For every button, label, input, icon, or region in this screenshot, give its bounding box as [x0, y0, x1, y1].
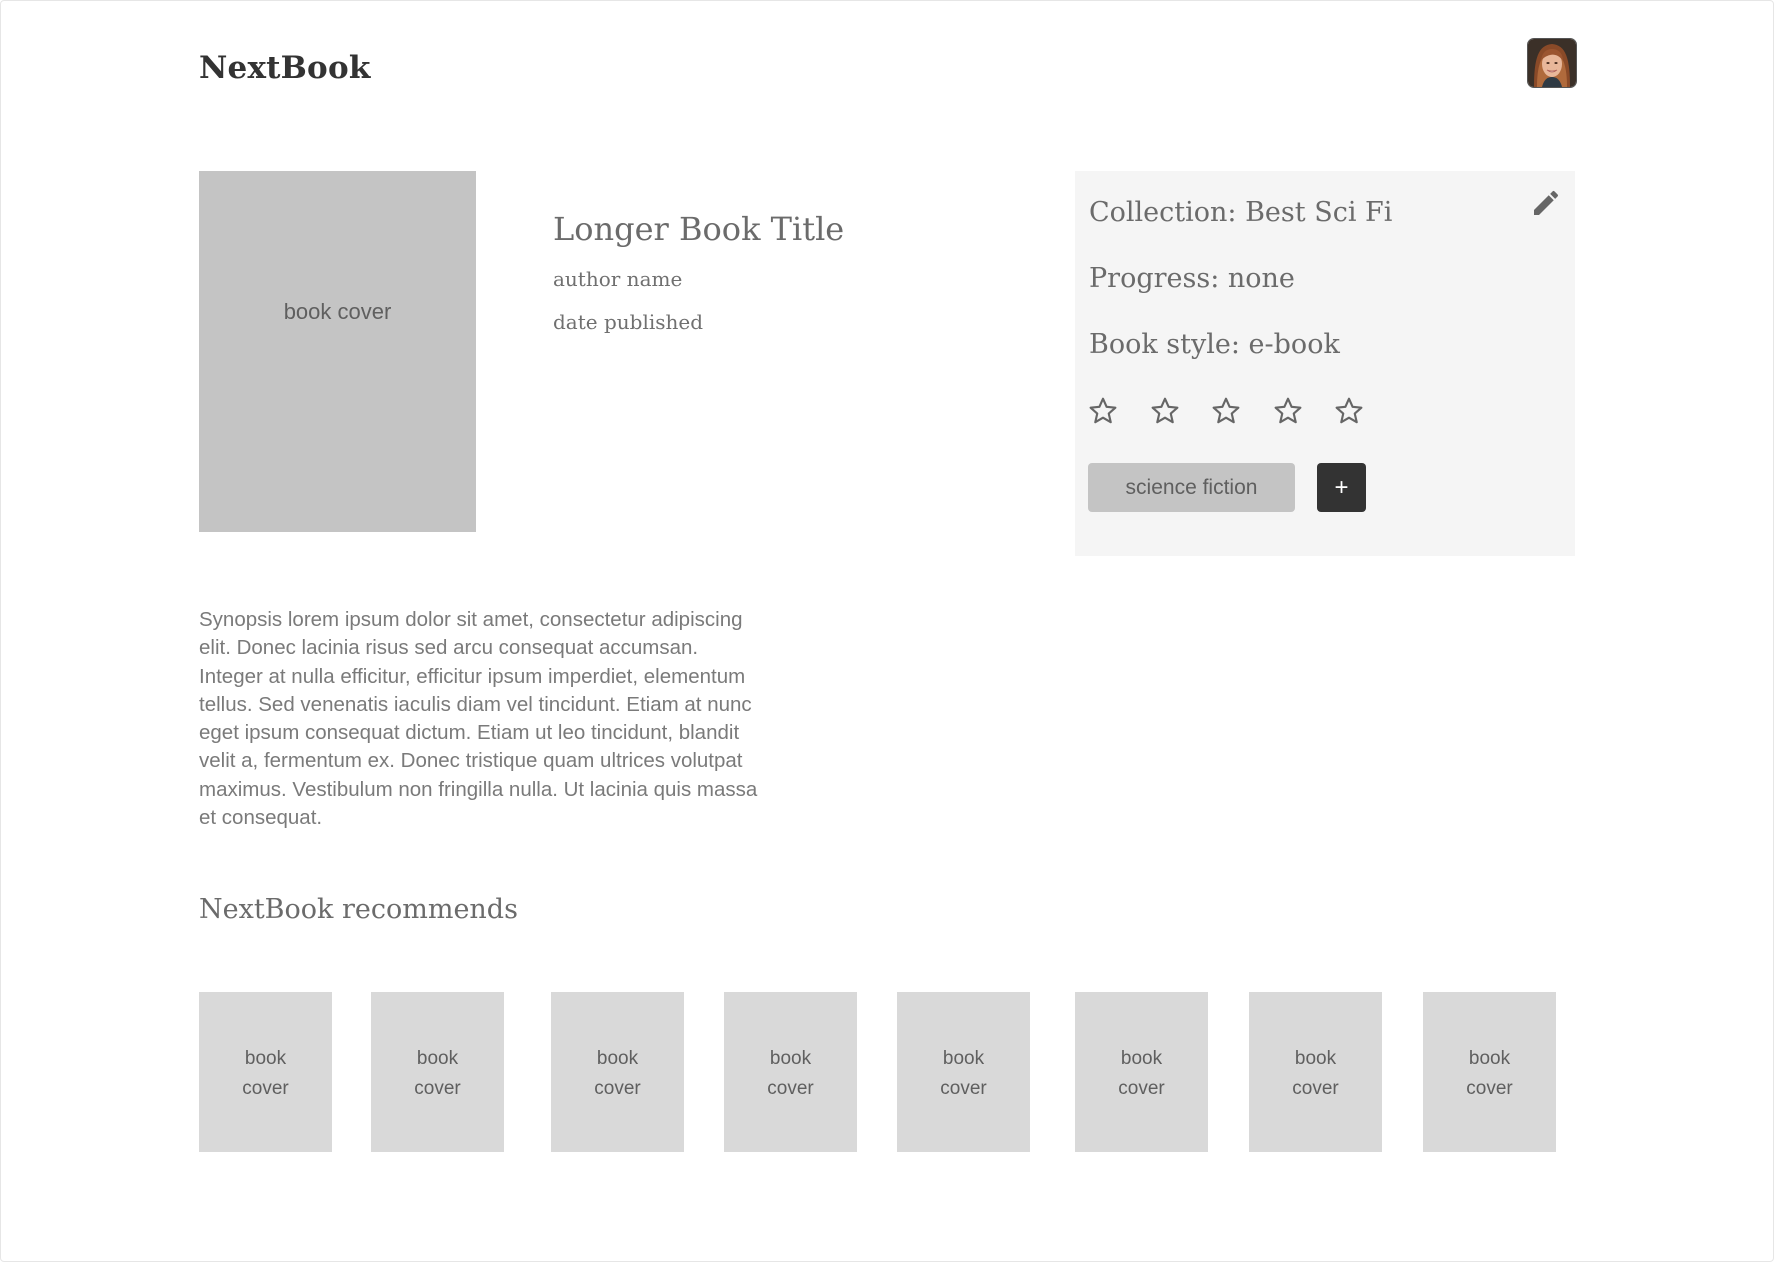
- star-icon[interactable]: [1149, 395, 1181, 427]
- avatar-photo-icon: [1528, 39, 1576, 87]
- recommendations-row: book cover book cover book cover book cover…: [0, 992, 1774, 1152]
- app-logo[interactable]: NextBook: [199, 50, 371, 86]
- recommended-book[interactable]: book cover: [551, 992, 684, 1152]
- recommended-book-label: book cover: [1292, 1048, 1339, 1099]
- pencil-icon[interactable]: [1530, 187, 1562, 219]
- recommendations-heading: NextBook recommends: [199, 894, 518, 925]
- recommended-book[interactable]: book cover: [371, 992, 504, 1152]
- book-author[interactable]: author name: [553, 267, 682, 291]
- book-title: Longer Book Title: [553, 210, 845, 248]
- recommended-book[interactable]: book cover: [724, 992, 857, 1152]
- recommended-book-label: book cover: [594, 1048, 641, 1099]
- recommended-book-label: book cover: [414, 1048, 461, 1099]
- star-icon[interactable]: [1210, 395, 1242, 427]
- book-date-published: date published: [553, 310, 704, 334]
- book-cover-label: book cover: [283, 298, 392, 324]
- star-rating: [1087, 395, 1395, 427]
- book-cover: book cover: [199, 171, 476, 532]
- genre-tag[interactable]: science fiction: [1088, 463, 1295, 512]
- star-icon[interactable]: [1333, 395, 1365, 427]
- recommended-book[interactable]: book cover: [897, 992, 1030, 1152]
- progress-text: Progress: none: [1089, 263, 1295, 294]
- recommended-book-label: book cover: [767, 1048, 814, 1099]
- recommended-book-label: book cover: [1118, 1048, 1165, 1099]
- recommended-book[interactable]: book cover: [1075, 992, 1208, 1152]
- star-icon[interactable]: [1272, 395, 1304, 427]
- recommended-book[interactable]: book cover: [1423, 992, 1556, 1152]
- book-info-panel: Collection: Best Sci Fi Progress: none B…: [1075, 171, 1575, 556]
- recommended-book-label: book cover: [940, 1048, 987, 1099]
- synopsis-text: Synopsis lorem ipsum dolor sit amet, con…: [199, 608, 758, 830]
- recommended-book[interactable]: book cover: [1249, 992, 1382, 1152]
- recommended-book-label: book cover: [1466, 1048, 1513, 1099]
- user-avatar[interactable]: [1527, 38, 1577, 88]
- recommended-book-label: book cover: [242, 1048, 289, 1099]
- star-icon[interactable]: [1087, 395, 1119, 427]
- add-tag-button[interactable]: +: [1317, 463, 1366, 512]
- book-style-text: Book style: e-book: [1089, 329, 1340, 360]
- recommended-book[interactable]: book cover: [199, 992, 332, 1152]
- collection-text: Collection: Best Sci Fi: [1089, 197, 1393, 228]
